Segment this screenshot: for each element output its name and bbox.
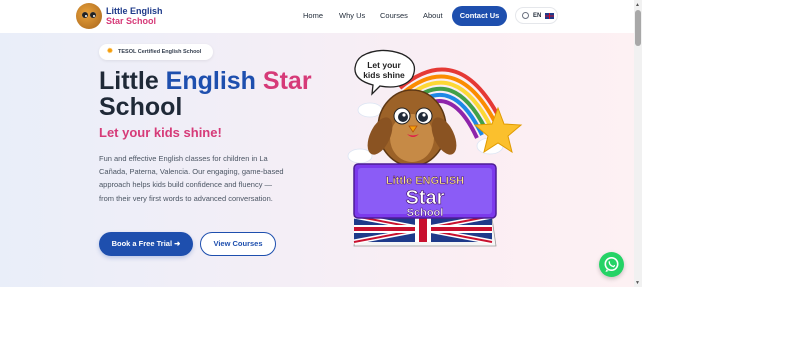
view-courses-button[interactable]: View Courses [200,232,276,256]
book-title-line1: Little ENGLISH [386,175,464,187]
hero-description: Fun and effective English classes for ch… [99,154,284,203]
book-icon: Little ENGLISH Star School [353,163,497,247]
logo-bird-icon[interactable] [76,3,102,29]
globe-icon [522,12,529,19]
book-title-line2: Star [406,187,445,209]
navbar: Little English Star School Home Why Us C… [0,0,634,33]
certification-badge: ✹ TESOL Certified English School [99,44,213,60]
contact-us-button[interactable]: Contact Us [452,6,507,26]
scroll-up-arrow-icon[interactable]: ▲ [635,2,640,8]
whatsapp-button[interactable] [599,252,624,277]
book-free-trial-button[interactable]: Book a Free Trial ➜ [99,232,193,256]
sparkle-icon: ✹ [107,48,113,55]
title-word-english: English [165,67,256,95]
hero-title-line1: Little English Star [99,67,312,95]
nav-link-courses[interactable]: Courses [380,11,408,21]
speech-bubble: Let your kids shine [354,49,416,96]
hero-tagline: Let your kids shine! [99,125,222,140]
scrollbar-thumb[interactable] [635,10,641,46]
title-word-star: Star [262,67,312,95]
title-word-little: Little [99,67,159,95]
book-title-line3: School [407,207,444,219]
badge-text: TESOL Certified English School [118,49,202,55]
language-switcher[interactable]: EN [515,7,558,24]
nav-link-about[interactable]: About [423,11,443,21]
scroll-down-arrow-icon[interactable]: ▼ [635,280,640,286]
title-word-school: School [99,93,183,121]
logo-text-line1[interactable]: Little English [106,6,163,16]
bubble-text-line1: Let your [367,60,401,70]
nav-link-home[interactable]: Home [303,11,323,21]
nav-link-why-us[interactable]: Why Us [339,11,365,21]
hero-title-line2: School [99,93,182,121]
language-code: EN [533,13,542,19]
logo-text-line2[interactable]: Star School [106,16,156,26]
uk-flag-icon [545,13,554,19]
bubble-text-line2: kids shine [363,70,405,80]
hero-section [0,33,634,287]
whatsapp-icon [604,257,619,272]
hero-illustration: Let your kids shine Little ENGLISH Star … [347,49,523,247]
